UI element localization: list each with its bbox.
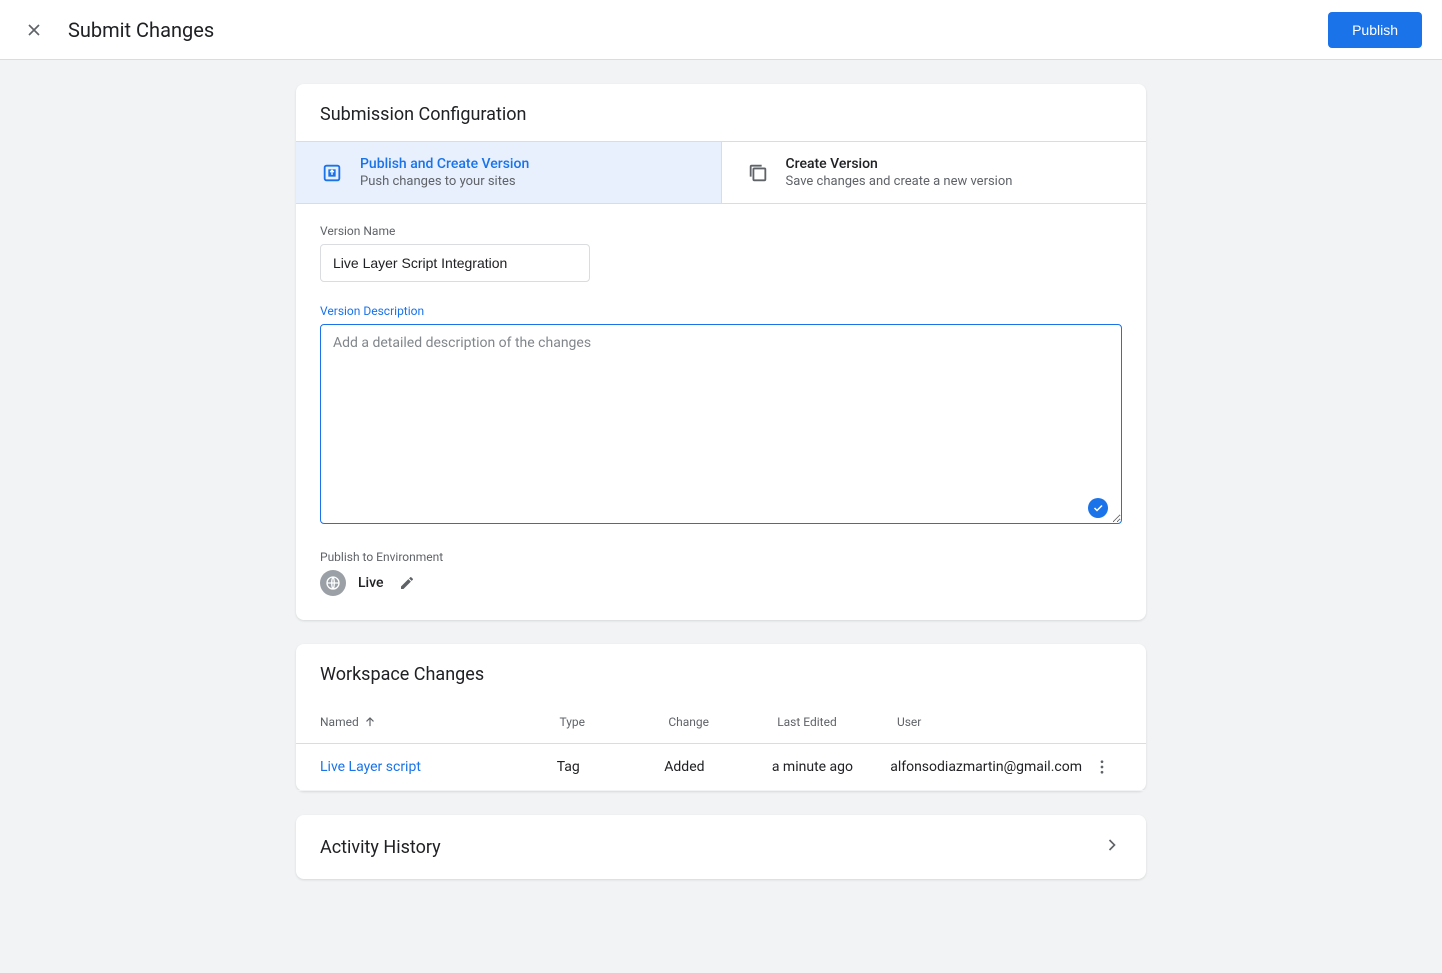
option-publish-create-version[interactable]: Publish and Create Version Push changes … [296, 142, 722, 203]
th-user[interactable]: User [897, 715, 1082, 729]
header: Submit Changes Publish [0, 0, 1442, 60]
table-row: Live Layer script Tag Added a minute ago… [296, 744, 1146, 791]
th-change[interactable]: Change [668, 715, 777, 729]
row-name-link[interactable]: Live Layer script [320, 759, 557, 775]
publish-env-label: Publish to Environment [320, 550, 1122, 564]
more-vert-icon [1093, 758, 1111, 776]
row-more-button[interactable] [1082, 758, 1122, 776]
workspace-changes-title: Workspace Changes [296, 644, 1146, 701]
row-change: Added [664, 759, 772, 775]
version-name-input[interactable] [320, 244, 590, 282]
publish-icon [320, 161, 344, 185]
option-version-sub: Save changes and create a new version [786, 174, 1013, 189]
pencil-icon [399, 575, 415, 591]
th-type[interactable]: Type [559, 715, 668, 729]
globe-icon [320, 570, 346, 596]
option-publish-title: Publish and Create Version [360, 156, 529, 172]
chevron-right-icon [1102, 835, 1122, 859]
row-type: Tag [557, 759, 665, 775]
row-last-edited: a minute ago [772, 759, 890, 775]
submission-config-card: Submission Configuration Publish and Cre… [296, 84, 1146, 620]
activity-history-card[interactable]: Activity History [296, 815, 1146, 879]
version-description-label: Version Description [320, 304, 1122, 318]
publish-button[interactable]: Publish [1328, 12, 1422, 48]
th-named[interactable]: Named [320, 715, 559, 729]
activity-history-title: Activity History [320, 837, 441, 858]
arrow-up-icon [363, 715, 377, 729]
page-title: Submit Changes [68, 18, 214, 42]
version-description-input[interactable] [320, 324, 1122, 524]
th-last-edited[interactable]: Last Edited [777, 715, 897, 729]
close-icon [24, 20, 44, 40]
option-publish-sub: Push changes to your sites [360, 174, 529, 189]
workspace-changes-card: Workspace Changes Named Type Change Last… [296, 644, 1146, 791]
row-user: alfonsodiazmartin@gmail.com [890, 759, 1082, 775]
edit-env-button[interactable] [395, 571, 419, 595]
option-version-title: Create Version [786, 156, 1013, 172]
submission-config-title: Submission Configuration [296, 84, 1146, 141]
env-name: Live [358, 575, 383, 591]
check-badge-icon [1088, 498, 1108, 518]
option-create-version[interactable]: Create Version Save changes and create a… [722, 142, 1147, 203]
changes-table-header: Named Type Change Last Edited User [296, 701, 1146, 744]
version-name-label: Version Name [320, 224, 1122, 238]
close-button[interactable] [20, 16, 48, 44]
submission-options: Publish and Create Version Push changes … [296, 141, 1146, 204]
version-icon [746, 161, 770, 185]
